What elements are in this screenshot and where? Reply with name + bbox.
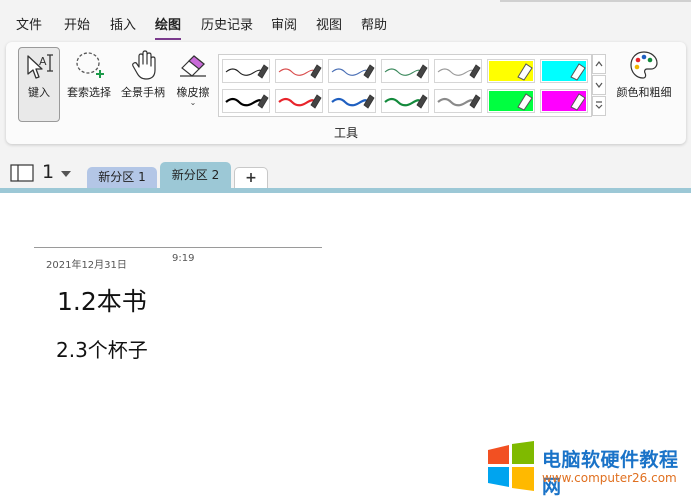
hand-icon (132, 50, 156, 80)
pen-icon (331, 64, 375, 79)
menu-draw[interactable]: 绘图 (155, 17, 182, 40)
pan-tool-button[interactable]: 全景手柄 (116, 48, 170, 108)
highlighter-icon (489, 91, 533, 111)
menu-history[interactable]: 历史记录 (201, 17, 253, 35)
eraser-button[interactable]: 橡皮擦 ⌄ (170, 48, 216, 114)
scroll-up-button[interactable] (592, 54, 606, 74)
highlighter-swatch[interactable] (487, 89, 535, 113)
page-time: 9:19 (172, 253, 195, 264)
highlighter-swatch[interactable] (540, 89, 588, 113)
tab-section-2[interactable]: 新分区 2 (160, 162, 231, 189)
pen-gallery (218, 54, 592, 117)
menu-home[interactable]: 开始 (64, 17, 90, 35)
pan-tool-label: 全景手柄 (121, 86, 165, 99)
pen-icon (278, 64, 322, 79)
pen-icon (225, 94, 269, 109)
menu-insert[interactable]: 插入 (110, 17, 136, 35)
gallery-scroll (592, 54, 606, 117)
lasso-select-button[interactable]: 套索选择 (62, 48, 116, 108)
highlighter-icon (489, 61, 533, 81)
note-line-1[interactable]: 1.2本书 (57, 282, 147, 318)
pen-icon (278, 94, 322, 109)
note-line-2[interactable]: 2.3个杯子 (56, 334, 148, 363)
menu-view[interactable]: 视图 (316, 17, 342, 35)
lasso-icon (76, 52, 104, 78)
color-thickness-button[interactable]: 颜色和粗细 (610, 48, 678, 108)
add-section-button[interactable]: + (234, 167, 268, 188)
menu-help[interactable]: 帮助 (361, 17, 387, 35)
caret-down-icon[interactable] (60, 170, 72, 178)
svg-text:A: A (39, 55, 47, 68)
tools-group-label: 工具 (333, 126, 358, 140)
pen-swatch[interactable] (275, 59, 323, 83)
page-date: 2021年12月31日 (46, 260, 127, 271)
menu-file[interactable]: 文件 (16, 17, 42, 35)
gallery-more-button[interactable] (592, 96, 606, 116)
tab-label: 新分区 1 (98, 170, 146, 184)
watermark-url: www.computer26.com (542, 471, 677, 485)
eraser-icon (180, 55, 206, 77)
highlighter-icon (542, 61, 586, 81)
chevron-down-icon (595, 82, 603, 88)
pen-swatch[interactable] (328, 89, 376, 113)
pen-swatch[interactable] (434, 89, 482, 113)
color-thickness-label: 颜色和粗细 (616, 86, 672, 99)
chevron-down-icon: ⌄ (189, 98, 197, 107)
windows-logo-icon (488, 441, 534, 491)
pen-icon (331, 94, 375, 109)
pen-icon (225, 64, 269, 79)
pen-swatch[interactable] (275, 89, 323, 113)
pen-swatch[interactable] (434, 59, 482, 83)
pen-swatch[interactable] (222, 89, 270, 113)
highlighter-swatch[interactable] (487, 59, 535, 83)
title-divider (500, 0, 691, 2)
type-tool-label: 键入 (28, 86, 50, 99)
pen-icon (384, 64, 428, 79)
type-tool-button[interactable]: A 键入 (18, 47, 60, 122)
palette-icon (630, 51, 658, 79)
type-cursor-icon: A (27, 54, 53, 79)
menu-review[interactable]: 审阅 (271, 17, 297, 35)
chevron-up-icon (595, 61, 603, 67)
pen-swatch[interactable] (381, 89, 429, 113)
highlighter-swatch[interactable] (540, 59, 588, 83)
pen-swatch[interactable] (381, 59, 429, 83)
scroll-down-button[interactable] (592, 75, 606, 95)
more-icon (595, 101, 603, 109)
pen-icon (437, 94, 481, 109)
pen-icon (384, 94, 428, 109)
tab-label: 新分区 2 (171, 168, 220, 182)
notebook-icon[interactable] (10, 164, 36, 182)
page-number[interactable]: 1 (42, 161, 54, 183)
highlighter-icon (542, 91, 586, 111)
tab-section-1[interactable]: 新分区 1 (87, 167, 157, 188)
menu-bar (0, 0, 691, 40)
page-title-line[interactable] (34, 247, 322, 248)
pen-swatch[interactable] (222, 59, 270, 83)
pen-swatch[interactable] (328, 59, 376, 83)
lasso-select-label: 套索选择 (67, 86, 111, 99)
pen-icon (437, 64, 481, 79)
